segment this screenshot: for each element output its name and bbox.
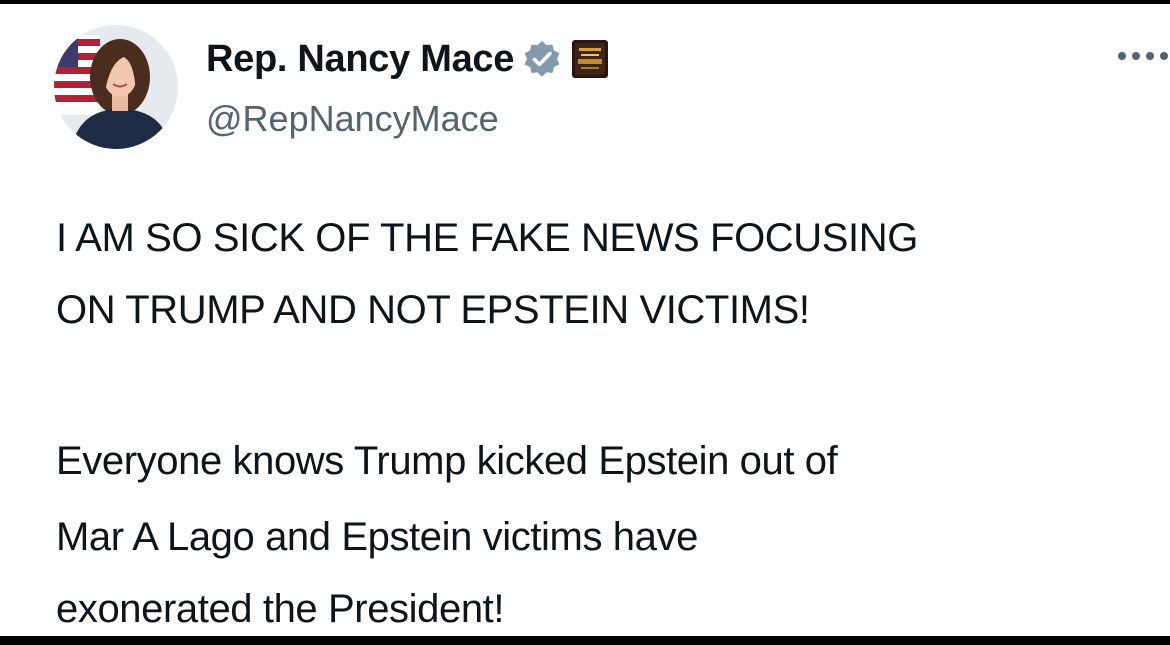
tweet-text-line-1: I AM SO SICK OF THE FAKE NEWS FOCUSING xyxy=(56,216,918,260)
author-handle[interactable]: @RepNancyMace xyxy=(206,98,499,140)
tweet-text-line-2: ON TRUMP AND NOT EPSTEIN VICTIMS! xyxy=(56,288,810,332)
tweet-text-line-5: exonerated the President! xyxy=(56,587,505,631)
tweet-text-line-4: Mar A Lago and Epstein victims have xyxy=(56,515,698,559)
affiliation-badge-icon[interactable] xyxy=(572,40,609,78)
tweet-text-line-3: Everyone knows Trump kicked Epstein out … xyxy=(56,439,838,483)
avatar-photo xyxy=(54,25,178,149)
more-options-icon[interactable] xyxy=(1116,44,1170,68)
bottom-border xyxy=(0,636,1170,645)
verified-badge-icon[interactable] xyxy=(522,39,562,79)
author-display-name[interactable]: Rep. Nancy Mace xyxy=(206,38,514,81)
avatar[interactable] xyxy=(54,25,178,149)
tweet-card[interactable]: Rep. Nancy Mace @RepNancyMace I AM SO SI… xyxy=(0,4,1170,636)
author-name-row: Rep. Nancy Mace xyxy=(206,34,609,84)
